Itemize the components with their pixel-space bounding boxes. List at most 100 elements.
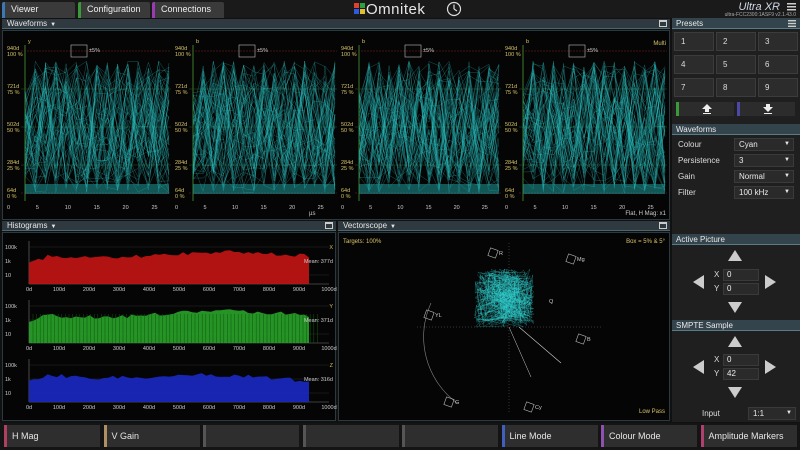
x-tick: 300d	[113, 346, 125, 352]
scale-label: 25 %	[175, 166, 188, 172]
x-tick: 25	[318, 205, 324, 211]
soft-key-8[interactable]: Amplitude Markers	[700, 425, 797, 447]
box-label: ±5%	[89, 48, 100, 54]
maximize-icon[interactable]	[325, 222, 333, 229]
persistence-select[interactable]: 3 ▼	[734, 154, 794, 167]
y-tick: 1k	[5, 377, 11, 383]
active-x-value: 0	[727, 270, 732, 279]
scale-label: 75 %	[175, 90, 188, 96]
x-tick: 200d	[83, 346, 95, 352]
chevron-down-icon[interactable]: ▼	[50, 22, 56, 28]
histogram-mean: Mean: 371d	[304, 318, 333, 324]
x-tick: 25	[151, 205, 157, 211]
smpte-x-field[interactable]: 0	[723, 354, 759, 366]
preset-button-9[interactable]: 9	[758, 78, 798, 97]
smpte-x-label: X	[714, 355, 720, 364]
control-panel: Presets 123456789 Waveforms Colour Cyan ▼…	[672, 18, 800, 422]
preset-button-8[interactable]: 8	[716, 78, 756, 97]
down-arrow-icon[interactable]	[728, 387, 742, 398]
targets-label: Targets: 100%	[343, 239, 382, 245]
smpte-y-field[interactable]: 42	[723, 368, 759, 380]
active-y-field[interactable]: 0	[723, 283, 759, 295]
x-tick: 0d	[26, 287, 32, 293]
vectorscope-display[interactable]: R Mg YL B G Cy Q Targets: 100% Box = 5% & 5° L…	[338, 232, 670, 421]
active-x-label: X	[714, 270, 720, 279]
x-tick: 1000d	[321, 405, 336, 411]
vector-line	[518, 326, 562, 364]
right-arrow-icon[interactable]	[765, 360, 776, 374]
soft-key-3[interactable]	[203, 425, 299, 447]
preset-button-1[interactable]: 1	[674, 32, 714, 51]
soft-key-2[interactable]: V Gain	[103, 425, 200, 447]
input-select[interactable]: 1:1 ▼	[748, 407, 796, 420]
up-arrow-icon[interactable]	[728, 336, 742, 347]
chevron-down-icon[interactable]: ▼	[390, 224, 396, 230]
target-label-cy: Cy	[535, 405, 542, 411]
active-x-field[interactable]: 0	[723, 269, 759, 281]
tab-configuration[interactable]: Configuration	[78, 2, 150, 18]
vectorscope-header[interactable]: Vectorscope ▼	[338, 221, 670, 231]
x-tick: 1000d	[321, 287, 336, 293]
x-tick: 0	[7, 205, 10, 211]
histograms-header[interactable]: Histograms ▼	[2, 221, 336, 231]
waveform-display[interactable]: ±5% y 940d 100 % 721d 75 % 502d 50 % 284d 25 % 64d…	[2, 30, 670, 220]
channel-label: b	[526, 39, 529, 45]
tab-connections[interactable]: Connections	[152, 2, 224, 18]
box-label: ±5%	[257, 48, 268, 54]
maximize-icon[interactable]	[659, 222, 667, 229]
preset-button-7[interactable]: 7	[674, 78, 714, 97]
waveforms-header[interactable]: Waveforms ▼	[2, 19, 670, 29]
chevron-down-icon[interactable]: ▼	[50, 224, 56, 230]
time-unit-label: µs	[309, 211, 316, 217]
scale-label: 50 %	[341, 128, 354, 134]
soft-key-1[interactable]: H Mag	[4, 425, 100, 447]
waveforms-title: Waveforms	[7, 19, 48, 28]
y-tick: 100k	[5, 245, 17, 251]
left-arrow-icon[interactable]	[693, 275, 704, 289]
histogram-display[interactable]: 100k 1k 10 X Mean: 377d 0d 100d 200d 300d 400d 500…	[2, 232, 337, 421]
colour-value: Cyan	[739, 140, 758, 149]
soft-key-5[interactable]	[402, 425, 498, 447]
download-preset-button[interactable]	[737, 102, 795, 116]
x-tick: 5	[36, 205, 39, 211]
waveform-props-title: Waveforms	[676, 125, 717, 134]
colour-select[interactable]: Cyan ▼	[734, 138, 794, 151]
x-tick: 700d	[233, 405, 245, 411]
maximize-icon[interactable]	[659, 20, 667, 27]
x-tick: 100d	[53, 287, 65, 293]
left-arrow-icon[interactable]	[693, 360, 704, 374]
x-tick: 5	[369, 205, 372, 211]
soft-key-6[interactable]: Line Mode	[501, 425, 598, 447]
right-arrow-icon[interactable]	[765, 275, 776, 289]
low-pass-label: Low Pass	[638, 409, 665, 415]
persistence-value: 3	[739, 156, 744, 165]
preset-button-5[interactable]: 5	[716, 55, 756, 74]
soft-key-4[interactable]	[302, 425, 399, 447]
preset-button-2[interactable]: 2	[716, 32, 756, 51]
up-arrow-icon[interactable]	[728, 250, 742, 261]
x-tick: 600d	[203, 405, 215, 411]
filter-value: 100 kHz	[739, 188, 769, 197]
target-box-b	[575, 333, 587, 345]
gain-select[interactable]: Normal ▼	[734, 170, 794, 183]
upload-preset-button[interactable]	[676, 102, 734, 116]
tab-viewer[interactable]: Viewer	[2, 2, 75, 18]
omnitek-logo-icon	[354, 3, 365, 14]
waveform-footer: Flat, H Mag: x1	[625, 211, 666, 217]
smpte-sample-header: SMPTE Sample	[672, 320, 800, 331]
scale-label: 0 %	[7, 194, 17, 200]
preset-button-4[interactable]: 4	[674, 55, 714, 74]
filter-select[interactable]: 100 kHz ▼	[734, 186, 794, 199]
preset-button-6[interactable]: 6	[758, 55, 798, 74]
y-tick: 10	[5, 332, 11, 338]
smpte-y-value: 42	[727, 369, 736, 378]
target-label-g: G	[455, 400, 459, 406]
scale-label: 75 %	[7, 90, 20, 96]
presets-header: Presets	[672, 18, 800, 29]
target-box-r	[487, 247, 499, 259]
preset-button-3[interactable]: 3	[758, 32, 798, 51]
down-arrow-icon[interactable]	[728, 302, 742, 313]
menu-icon[interactable]	[787, 3, 796, 11]
menu-icon[interactable]	[788, 20, 796, 27]
soft-key-7[interactable]: Colour Mode	[601, 425, 697, 447]
